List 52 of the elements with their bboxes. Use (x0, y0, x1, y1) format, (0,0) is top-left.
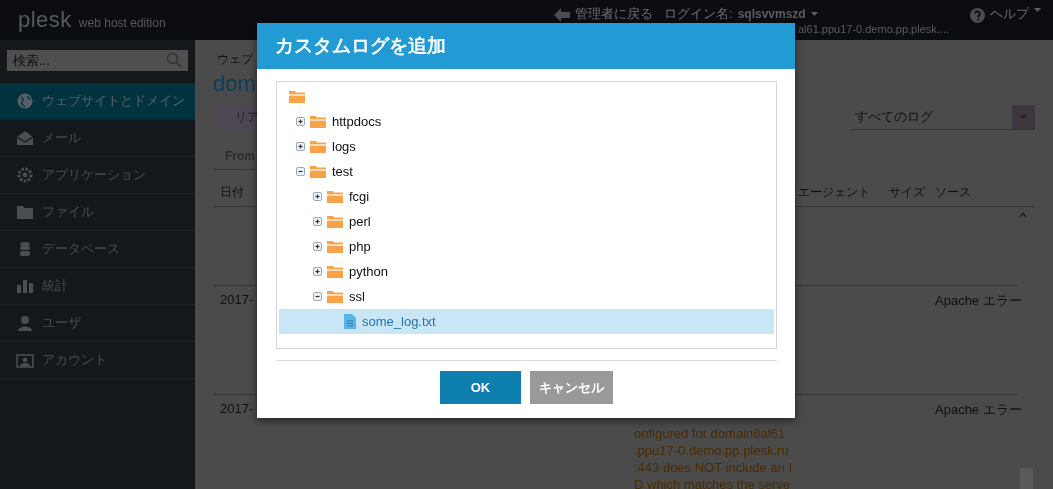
ok-button[interactable]: OK (440, 371, 521, 404)
tree-row[interactable]: perl (279, 209, 774, 234)
log-message: onfigured for domain8al61 .ppu17-0.demo.pp.plesk.ru :443 does NOT include an I D which matches the serve (634, 425, 793, 489)
expand-icon[interactable] (313, 267, 322, 276)
page-title: dom (213, 71, 256, 97)
login-label: ログイン名: (664, 5, 733, 23)
dialog-title: カスタムログを追加 (275, 34, 446, 58)
expand-icon[interactable] (313, 192, 322, 201)
chart-icon (16, 278, 34, 294)
folder-icon (327, 215, 343, 228)
folder-icon (327, 240, 343, 253)
tree-row[interactable]: php (279, 234, 774, 259)
expand-icon[interactable] (296, 142, 305, 151)
caret-icon (810, 12, 818, 16)
user-menu[interactable]: sqlsvvmszd (737, 7, 806, 21)
user-icon (16, 315, 34, 331)
folder-icon (310, 165, 326, 178)
table-cell: 2017- (220, 401, 254, 416)
folder-icon (289, 90, 305, 103)
logo[interactable]: plesk (18, 7, 72, 33)
folder-icon (327, 265, 343, 278)
tree-row[interactable]: test (279, 159, 774, 184)
tree-row[interactable]: some_log.txt (279, 309, 774, 334)
edition-label: web host edition (78, 16, 166, 30)
tree-row[interactable]: ssl (279, 284, 774, 309)
tree-row[interactable]: fcgi (279, 184, 774, 209)
gear-icon (16, 167, 34, 183)
collapse-icon[interactable] (313, 292, 322, 301)
tree-row[interactable]: httpdocs (279, 109, 774, 134)
file-icon (344, 314, 356, 329)
folder-icon (310, 115, 326, 128)
folder-icon (310, 140, 326, 153)
folder-icon (327, 190, 343, 203)
table-cell: 2017- (220, 292, 254, 307)
expand-icon[interactable] (313, 217, 322, 226)
mail-icon (16, 130, 34, 146)
help-menu[interactable]: ヘルプ (990, 5, 1029, 23)
folder-icon (327, 290, 343, 303)
subscription-link[interactable]: al61.ppu17-0.demo.pp.plesk.... (797, 23, 949, 35)
account-icon (16, 352, 34, 368)
expand-icon[interactable] (296, 117, 305, 126)
tree-row[interactable]: logs (279, 134, 774, 159)
tree-row[interactable]: python (279, 259, 774, 284)
folder-icon (16, 204, 34, 220)
search-field[interactable]: 検索... (7, 50, 188, 71)
expand-icon[interactable] (313, 242, 322, 251)
caret-icon (1034, 8, 1041, 12)
globe-icon (16, 93, 34, 109)
cancel-button[interactable]: キャンセル (530, 371, 613, 404)
nav-item[interactable]: ウェブサイトとドメイン (0, 83, 195, 120)
back-link[interactable]: 管理者に戻る (575, 5, 653, 23)
collapse-icon[interactable] (296, 167, 305, 176)
